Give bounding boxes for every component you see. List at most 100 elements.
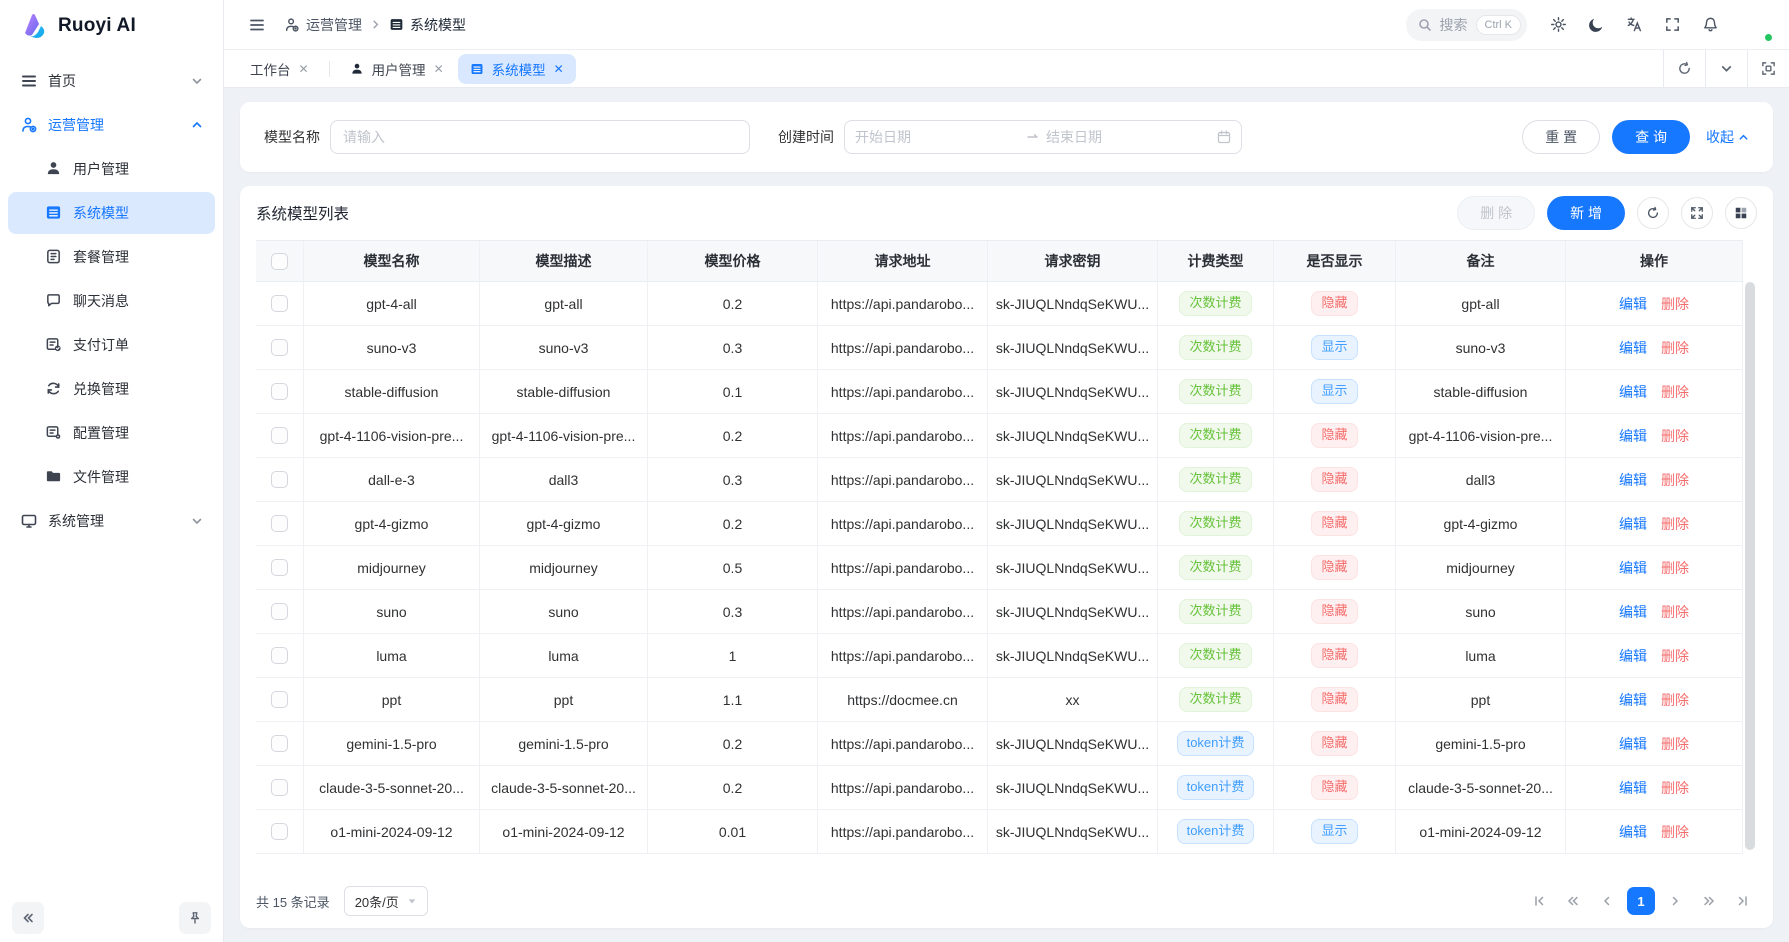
sidebar-item-chat-msg[interactable]: 聊天消息	[8, 280, 215, 322]
edit-link[interactable]: 编辑	[1619, 690, 1647, 710]
edit-link[interactable]: 编辑	[1619, 558, 1647, 578]
prev-5-pages-button[interactable]	[1559, 887, 1587, 915]
hamburger-menu-button[interactable]	[240, 8, 274, 42]
sidebar-item-pay-order[interactable]: 支付订单	[8, 324, 215, 366]
visible-badge[interactable]: 隐藏	[1311, 687, 1357, 712]
visible-badge[interactable]: 显示	[1311, 379, 1357, 404]
next-5-pages-button[interactable]	[1695, 887, 1723, 915]
refresh-table-button[interactable]	[1637, 197, 1669, 229]
delete-link[interactable]: 删除	[1661, 602, 1689, 622]
brand-area[interactable]: Ruoyi AI	[0, 0, 223, 52]
row-checkbox[interactable]	[271, 647, 288, 664]
sidebar-item-config-mgmt[interactable]: 配置管理	[8, 412, 215, 454]
delete-link[interactable]: 删除	[1661, 470, 1689, 490]
visible-badge[interactable]: 隐藏	[1311, 731, 1357, 756]
close-tab-icon[interactable]: ✕	[299, 62, 309, 76]
sidebar-item-package-mgmt[interactable]: 套餐管理	[8, 236, 215, 278]
sidebar-item-home[interactable]: 首页	[8, 60, 215, 102]
close-tab-icon[interactable]: ✕	[434, 62, 444, 76]
content-maximize-button[interactable]	[1747, 50, 1789, 87]
reset-button[interactable]: 重 置	[1522, 120, 1600, 154]
edit-link[interactable]: 编辑	[1619, 822, 1647, 842]
breadcrumb-item-operations[interactable]: 运营管理	[284, 15, 362, 35]
tab-workbench[interactable]: 工作台 ✕	[238, 54, 321, 84]
user-avatar[interactable]	[1739, 8, 1773, 42]
row-checkbox[interactable]	[271, 383, 288, 400]
row-checkbox[interactable]	[271, 295, 288, 312]
delete-link[interactable]: 删除	[1661, 514, 1689, 534]
edit-link[interactable]: 编辑	[1619, 778, 1647, 798]
row-checkbox[interactable]	[271, 515, 288, 532]
row-checkbox[interactable]	[271, 559, 288, 576]
row-checkbox[interactable]	[271, 691, 288, 708]
model-name-input[interactable]	[330, 120, 750, 154]
collapse-filter-link[interactable]: 收起	[1706, 127, 1749, 147]
sidebar-item-file-mgmt[interactable]: 文件管理	[8, 456, 215, 498]
delete-link[interactable]: 删除	[1661, 426, 1689, 446]
global-search[interactable]: 搜索 Ctrl K	[1406, 9, 1528, 41]
sidebar-item-operations[interactable]: 运营管理	[8, 104, 215, 146]
row-checkbox[interactable]	[271, 339, 288, 356]
delete-link[interactable]: 删除	[1661, 558, 1689, 578]
delete-link[interactable]: 删除	[1661, 294, 1689, 314]
edit-link[interactable]: 编辑	[1619, 646, 1647, 666]
row-checkbox[interactable]	[271, 603, 288, 620]
visible-badge[interactable]: 隐藏	[1311, 423, 1357, 448]
visible-badge[interactable]: 隐藏	[1311, 643, 1357, 668]
edit-link[interactable]: 编辑	[1619, 734, 1647, 754]
tab-user-mgmt[interactable]: 用户管理 ✕	[338, 54, 456, 84]
sidebar-item-user-mgmt[interactable]: 用户管理	[8, 148, 215, 190]
last-page-button[interactable]	[1729, 887, 1757, 915]
edit-link[interactable]: 编辑	[1619, 470, 1647, 490]
next-page-button[interactable]	[1661, 887, 1689, 915]
edit-link[interactable]: 编辑	[1619, 514, 1647, 534]
visible-badge[interactable]: 隐藏	[1311, 599, 1357, 624]
breadcrumb-item-system-model[interactable]: 系统模型	[389, 15, 466, 35]
edit-link[interactable]: 编辑	[1619, 338, 1647, 358]
collapse-sidebar-button[interactable]	[12, 902, 44, 934]
dark-mode-moon-icon[interactable]	[1579, 8, 1613, 42]
date-range-picker[interactable]	[844, 120, 1242, 154]
tab-list-chevron-down[interactable]	[1705, 50, 1747, 87]
row-checkbox[interactable]	[271, 735, 288, 752]
translate-language-icon[interactable]	[1617, 8, 1651, 42]
first-page-button[interactable]	[1525, 887, 1553, 915]
settings-gear-icon[interactable]	[1541, 8, 1575, 42]
edit-link[interactable]: 编辑	[1619, 382, 1647, 402]
prev-page-button[interactable]	[1593, 887, 1621, 915]
batch-delete-button[interactable]: 删 除	[1457, 196, 1535, 230]
current-page-button[interactable]: 1	[1627, 887, 1655, 915]
delete-link[interactable]: 删除	[1661, 778, 1689, 798]
notifications-bell-icon[interactable]	[1693, 8, 1727, 42]
row-checkbox[interactable]	[271, 823, 288, 840]
pin-sidebar-button[interactable]	[179, 902, 211, 934]
visible-badge[interactable]: 隐藏	[1311, 555, 1357, 580]
edit-link[interactable]: 编辑	[1619, 426, 1647, 446]
add-button[interactable]: 新 增	[1547, 196, 1625, 230]
edit-link[interactable]: 编辑	[1619, 602, 1647, 622]
start-date-input[interactable]	[855, 129, 1020, 145]
visible-badge[interactable]: 显示	[1311, 819, 1357, 844]
table-scrollbar[interactable]	[1745, 282, 1755, 850]
visible-badge[interactable]: 隐藏	[1311, 511, 1357, 536]
delete-link[interactable]: 删除	[1661, 690, 1689, 710]
visible-badge[interactable]: 隐藏	[1311, 291, 1357, 316]
edit-link[interactable]: 编辑	[1619, 294, 1647, 314]
visible-badge[interactable]: 隐藏	[1311, 775, 1357, 800]
refresh-page-button[interactable]	[1663, 50, 1705, 87]
end-date-input[interactable]	[1046, 129, 1211, 145]
sidebar-item-redeem-mgmt[interactable]: 兑换管理	[8, 368, 215, 410]
page-size-select[interactable]: 20条/页	[344, 886, 428, 916]
visible-badge[interactable]: 显示	[1311, 335, 1357, 360]
delete-link[interactable]: 删除	[1661, 822, 1689, 842]
tab-system-model[interactable]: 系统模型 ✕	[458, 54, 576, 84]
row-checkbox[interactable]	[271, 779, 288, 796]
column-settings-button[interactable]	[1725, 197, 1757, 229]
visible-badge[interactable]: 隐藏	[1311, 467, 1357, 492]
row-checkbox[interactable]	[271, 427, 288, 444]
fullscreen-icon[interactable]	[1655, 8, 1689, 42]
delete-link[interactable]: 删除	[1661, 382, 1689, 402]
sidebar-item-system-model[interactable]: 系统模型	[8, 192, 215, 234]
delete-link[interactable]: 删除	[1661, 338, 1689, 358]
select-all-checkbox[interactable]	[271, 253, 288, 270]
